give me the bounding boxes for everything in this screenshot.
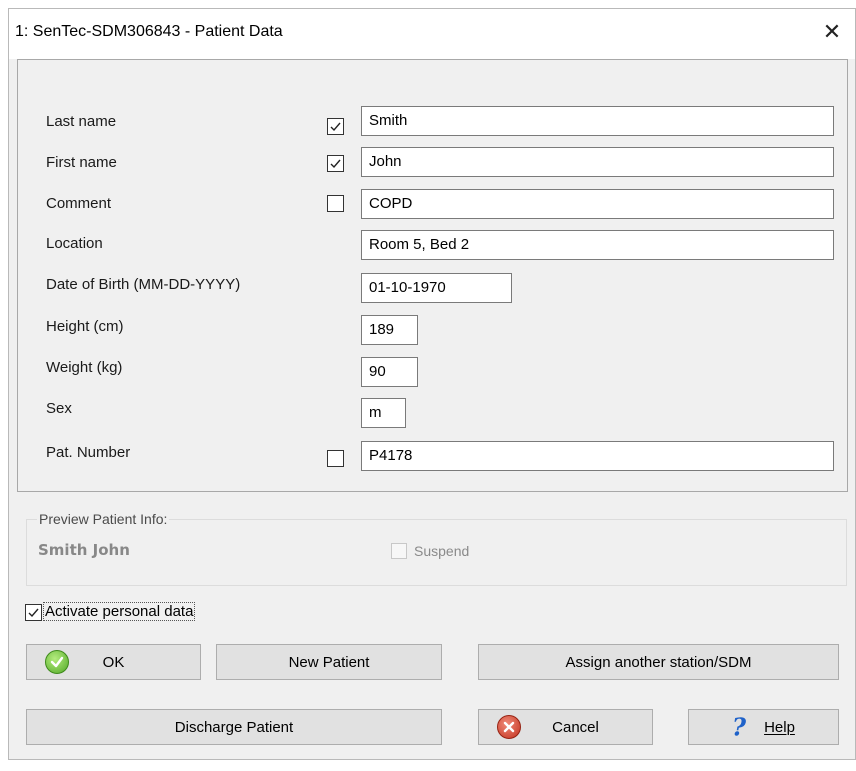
preview-legend: Preview Patient Info: [37, 511, 170, 527]
preview-patient-name: Smith John [38, 541, 130, 559]
suspend-checkbox[interactable] [391, 543, 407, 559]
sex-label: Sex [46, 400, 72, 417]
cancel-circle-icon [497, 715, 521, 739]
discharge-patient-button-label: Discharge Patient [174, 718, 294, 736]
new-patient-button[interactable]: New Patient [216, 644, 442, 680]
location-label: Location [46, 235, 103, 252]
assign-station-button-label: Assign another station/SDM [565, 653, 752, 671]
help-button[interactable]: ? Help [688, 709, 839, 745]
help-question-icon: ? [732, 712, 747, 742]
dob-label: Date of Birth (MM-DD-YYYY) [46, 276, 241, 293]
comment-checkbox[interactable] [327, 195, 344, 212]
cancel-button[interactable]: Cancel [478, 709, 653, 745]
title-bar: 1: SenTec-SDM306843 - Patient Data ✕ [9, 9, 855, 59]
weight-label: Weight (kg) [46, 359, 123, 376]
location-field[interactable]: Room 5, Bed 2 [361, 230, 834, 260]
ok-button-label: OK [102, 653, 125, 671]
first-name-checkbox[interactable] [327, 155, 344, 172]
window-title: 1: SenTec-SDM306843 - Patient Data [15, 23, 283, 40]
pat-number-field[interactable]: P4178 [361, 441, 834, 471]
activate-personal-data-label[interactable]: Activate personal data [43, 602, 196, 621]
suspend-label[interactable]: Suspend [414, 543, 469, 559]
sex-field[interactable]: m [361, 398, 406, 428]
height-label: Height (cm) [46, 318, 124, 335]
new-patient-button-label: New Patient [288, 653, 370, 671]
pat-number-label: Pat. Number [46, 444, 131, 461]
weight-field[interactable]: 90 [361, 357, 418, 387]
close-icon[interactable]: ✕ [819, 19, 845, 45]
discharge-patient-button[interactable]: Discharge Patient [26, 709, 442, 745]
pat-number-checkbox[interactable] [327, 450, 344, 467]
cancel-button-label: Cancel [552, 718, 599, 736]
activate-personal-data-checkbox[interactable] [25, 604, 42, 621]
height-field[interactable]: 189 [361, 315, 418, 345]
dob-field[interactable]: 01-10-1970 [361, 273, 512, 303]
ok-button[interactable]: OK [26, 644, 201, 680]
comment-label: Comment [46, 195, 112, 212]
help-button-label: Help [764, 718, 795, 736]
check-circle-icon [45, 650, 69, 674]
last-name-label: Last name [46, 113, 117, 130]
first-name-label: First name [46, 154, 117, 171]
last-name-field[interactable]: Smith [361, 106, 834, 136]
assign-station-button[interactable]: Assign another station/SDM [478, 644, 839, 680]
first-name-field[interactable]: John [361, 147, 834, 177]
comment-field[interactable]: COPD [361, 189, 834, 219]
last-name-checkbox[interactable] [327, 118, 344, 135]
